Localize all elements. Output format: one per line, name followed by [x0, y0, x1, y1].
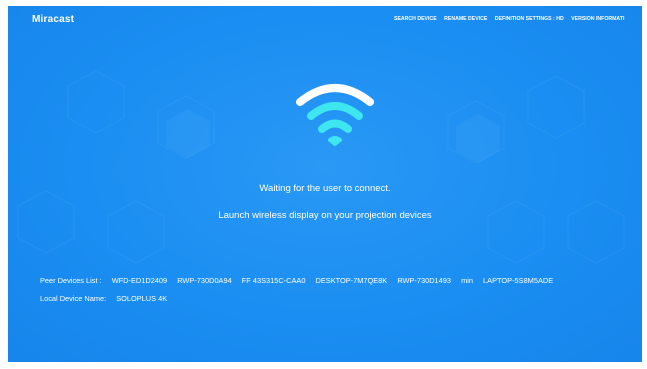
peer-devices-label: Peer Devices List : — [40, 276, 102, 285]
local-device-name: SOLOPLUS 4K — [116, 294, 168, 303]
peer-device[interactable]: WFD-ED1D2409 — [112, 276, 167, 285]
local-device: Local Device Name: SOLOPLUS 4K — [40, 294, 167, 303]
peer-device[interactable]: RWP-730D1493 — [397, 276, 451, 285]
instruction-message: Launch wireless display on your projecti… — [218, 210, 432, 221]
local-device-label: Local Device Name: — [40, 294, 107, 303]
peer-device[interactable]: RWP-730D0A94 — [177, 276, 232, 285]
peer-device[interactable]: min — [461, 276, 473, 285]
rename-device-button[interactable]: RENAME DEVICE — [444, 16, 487, 22]
definition-settings-button[interactable]: DEFINITION SETTINGS : HD — [495, 16, 564, 22]
peer-device[interactable]: FF 43S315C-CAA0 — [242, 276, 306, 285]
miracast-screen: Miracast SEARCH DEVICE RENAME DEVICE DEF… — [8, 6, 642, 362]
waiting-message: Waiting for the user to connect. — [259, 183, 391, 194]
app-title: Miracast — [32, 14, 75, 25]
peer-devices-list: Peer Devices List : WFD-ED1D2409 RWP-730… — [40, 276, 561, 285]
peer-device[interactable]: LAPTOP-5S8M5ADE — [483, 276, 553, 285]
wifi-icon — [296, 84, 374, 146]
peer-device[interactable]: DESKTOP-7M7QE8K — [316, 276, 388, 285]
search-device-button[interactable]: SEARCH DEVICE — [394, 16, 437, 22]
top-menu: SEARCH DEVICE RENAME DEVICE DEFINITION S… — [394, 16, 642, 22]
version-information-button[interactable]: VERSION INFORMATI — [571, 16, 624, 22]
